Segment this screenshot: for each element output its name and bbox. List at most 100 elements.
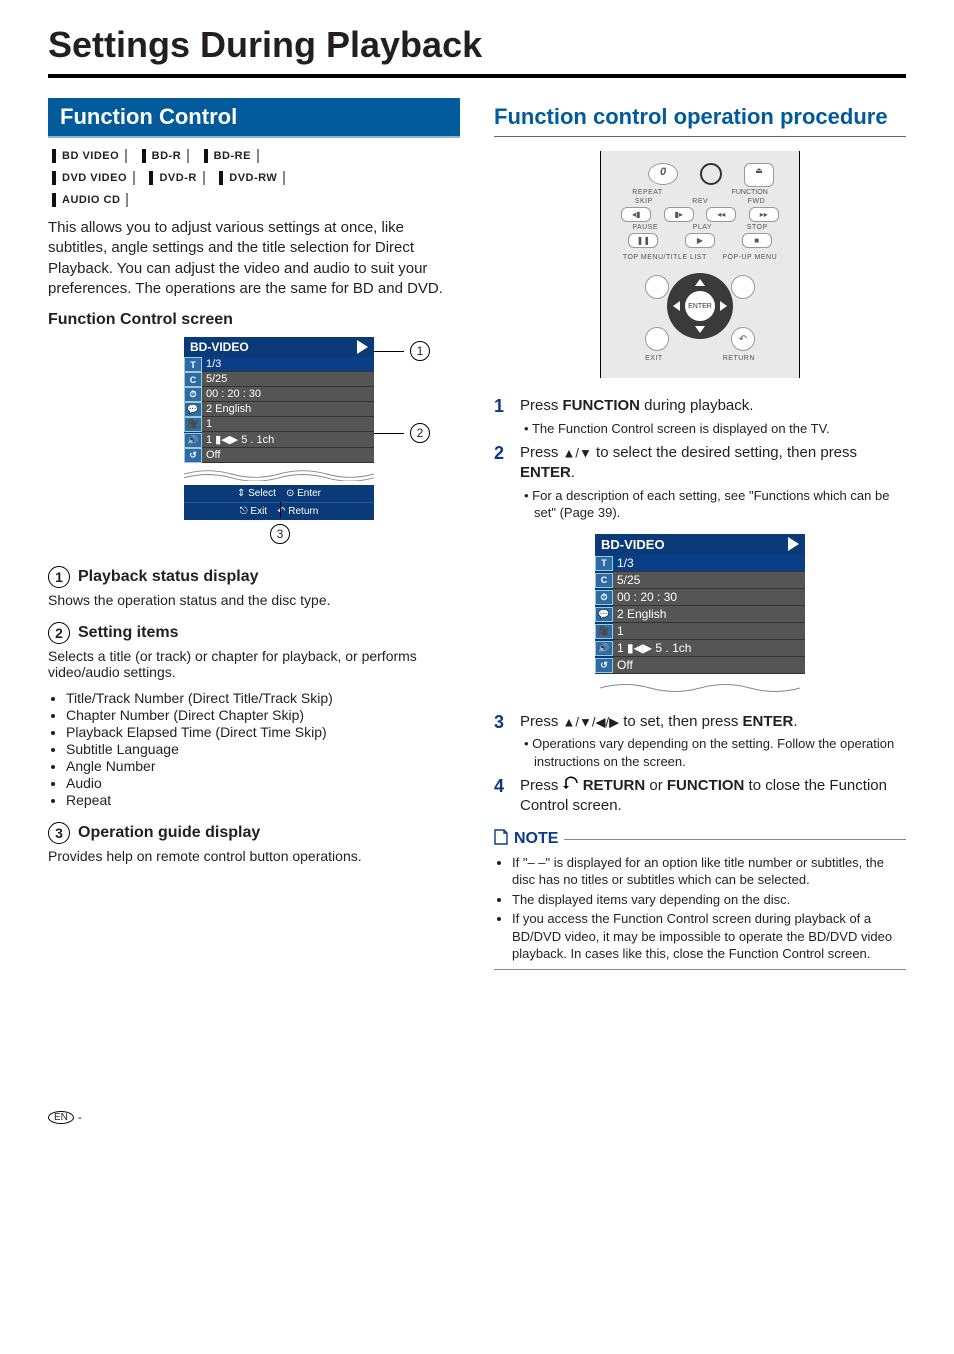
remote-nav-pad: ENTER ↶ xyxy=(645,265,755,351)
title-icon: T xyxy=(184,357,202,372)
step-2: 2 Press ▲/▼ to select the desired settin… xyxy=(494,443,906,522)
disc-badge-row-1: BD VIDEO BD-R BD-RE xyxy=(52,146,460,164)
remote-right-arrow xyxy=(720,301,727,311)
remote-up-arrow xyxy=(695,279,705,286)
fcs2-audio-value: 1 ▮◀▶ 5 . 1ch xyxy=(613,640,805,657)
item-3-title: Operation guide display xyxy=(78,824,260,842)
remote-left-arrow xyxy=(673,301,680,311)
fcs-time-value: 00 : 20 : 30 xyxy=(202,387,374,402)
note-item: If you access the Function Control scree… xyxy=(512,910,906,963)
section-bar-function-control: Function Control xyxy=(48,98,460,138)
exit-label: EXIT xyxy=(645,355,663,362)
chapter-icon: C xyxy=(595,573,613,588)
skip-label: SKIP xyxy=(635,198,653,205)
pause-label: PAUSE xyxy=(632,224,658,231)
function-control-screen-diagram: BD-VIDEO T1/3 C5/25 ⏱00 : 20 : 30 💬2 Eng… xyxy=(184,337,374,520)
fcs2-subtitle-value: 2 English xyxy=(613,606,805,623)
footer-lang-code: EN xyxy=(48,1111,74,1124)
fcs-diagram-repeat: BD-VIDEO T1/3 C5/25 ⏱00 : 20 : 30 💬2 Eng… xyxy=(494,530,906,700)
clock-icon: ⏱ xyxy=(184,387,202,402)
fcs2-repeat-value: Off xyxy=(613,657,805,674)
list-item: Subtitle Language xyxy=(66,741,460,757)
step-bold: ENTER xyxy=(520,464,571,481)
step-text: . xyxy=(571,464,575,481)
item-1-heading: 1 Playback status display xyxy=(48,566,460,588)
fcs-subtitle-value: 2 English xyxy=(202,402,374,417)
remote-skip-fwd-button: ▮▸ xyxy=(664,207,694,222)
footer-lang: EN - xyxy=(48,1110,906,1124)
step-text: Press xyxy=(520,397,563,414)
fwd-label: FWD xyxy=(748,198,765,205)
step-bold: RETURN xyxy=(583,777,646,794)
procedure-heading: Function control operation procedure xyxy=(494,104,906,130)
footer-dash: - xyxy=(78,1110,82,1124)
fcs-audio-value: 1 ▮◀▶ 5 . 1ch xyxy=(202,432,374,448)
guide-enter: Enter xyxy=(297,488,321,499)
item-2-text: Selects a title (or track) or chapter fo… xyxy=(48,648,460,680)
remote-fwd-button: ▸▸ xyxy=(749,207,779,222)
callout-2: 2 xyxy=(374,423,430,443)
left-column: Function Control BD VIDEO BD-R BD-RE DVD… xyxy=(48,98,460,970)
rev-label: REV xyxy=(692,198,708,205)
fcs-operation-guide: ⇕ Select ⊙ Enter xyxy=(184,485,374,502)
step-bold: ENTER xyxy=(743,713,794,730)
list-item: Repeat xyxy=(66,792,460,808)
fcs-chapter-value: 5/25 xyxy=(202,372,374,387)
remote-down-arrow xyxy=(695,326,705,333)
guide-select: Select xyxy=(248,488,276,499)
audio-icon: 🔊 xyxy=(184,433,202,448)
four-way-arrows-icon: ▲/▼/◀/▶ xyxy=(563,714,620,729)
circle-num-2: 2 xyxy=(48,622,70,644)
step-text: Press xyxy=(520,713,563,730)
function-label: FUNCTION xyxy=(732,189,768,196)
fcs-title-value: 1/3 xyxy=(202,357,374,372)
audio-icon: 🔊 xyxy=(595,641,613,656)
callout-3: 3 xyxy=(270,502,290,544)
return-label: RETURN xyxy=(723,355,755,362)
fcs-heading: Function Control screen xyxy=(48,311,460,329)
callout-1: 1 xyxy=(374,341,430,361)
remote-popup-button xyxy=(731,275,755,299)
remote-control-diagram: 0 ⏏ REPEATFUNCTION SKIP REV FWD ◂▮ ▮▸ ◂◂… xyxy=(600,151,800,378)
step-number: 2 xyxy=(494,443,510,522)
step-sub: The Function Control screen is displayed… xyxy=(534,420,906,438)
step-text: during playback. xyxy=(640,397,753,414)
clock-icon: ⏱ xyxy=(595,590,613,605)
list-item: Playback Elapsed Time (Direct Time Skip) xyxy=(66,724,460,740)
badge-dvd-video: DVD VIDEO xyxy=(52,171,135,185)
step-text: or xyxy=(645,777,667,794)
item-3-text: Provides help on remote control button o… xyxy=(48,848,460,864)
note-item: If "– –" is displayed for an option like… xyxy=(512,854,906,889)
remote-zero-button: 0 xyxy=(648,163,678,185)
step-sub: Operations vary depending on the setting… xyxy=(534,735,906,770)
repeat-icon: ↺ xyxy=(595,658,613,673)
remote-exit-button xyxy=(645,327,669,351)
fcs2-header-label: BD-VIDEO xyxy=(601,537,665,552)
intro-paragraph: This allows you to adjust various settin… xyxy=(48,218,460,299)
step-4: 4 Press RETURN or FUNCTION to close the … xyxy=(494,776,906,817)
badge-bd-re: BD-RE xyxy=(204,149,259,163)
procedure-rule xyxy=(494,136,906,137)
badge-audio-cd: AUDIO CD xyxy=(52,193,128,207)
step-text: to select the desired setting, then pres… xyxy=(592,444,857,461)
list-item: Title/Track Number (Direct Title/Track S… xyxy=(66,690,460,706)
up-down-arrows-icon: ▲/▼ xyxy=(563,445,592,460)
circle-num-3: 3 xyxy=(48,822,70,844)
step-sub: For a description of each setting, see "… xyxy=(534,487,906,522)
step-number: 1 xyxy=(494,396,510,437)
procedure-steps: 1 Press FUNCTION during playback. The Fu… xyxy=(494,396,906,521)
note-item: The displayed items vary depending on th… xyxy=(512,891,906,909)
step-number: 3 xyxy=(494,712,510,770)
item-1-title: Playback status display xyxy=(78,568,259,586)
remote-rev-button: ◂◂ xyxy=(706,207,736,222)
item-3-heading: 3 Operation guide display xyxy=(48,822,460,844)
badge-dvd-r: DVD-R xyxy=(149,171,204,185)
badge-bd-video: BD VIDEO xyxy=(52,149,127,163)
repeat-icon: ↺ xyxy=(184,448,202,463)
badge-bd-r: BD-R xyxy=(142,149,190,163)
guide-exit: Exit xyxy=(250,506,267,517)
popup-label: POP-UP MENU xyxy=(722,254,777,261)
remote-skip-back-button: ◂▮ xyxy=(621,207,651,222)
fcs-header-label: BD-VIDEO xyxy=(190,340,249,354)
step-text: to set, then press xyxy=(619,713,742,730)
